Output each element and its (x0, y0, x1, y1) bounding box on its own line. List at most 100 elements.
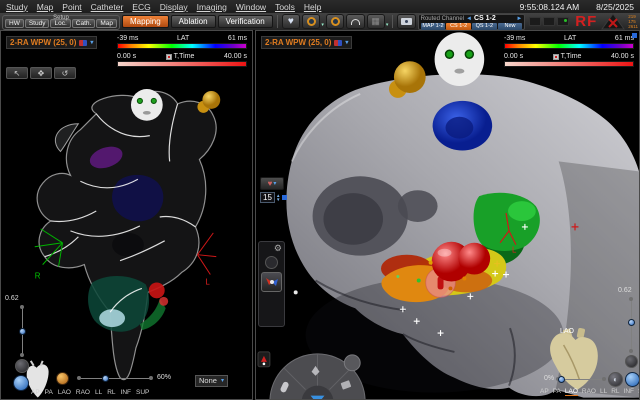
status-device-icon (529, 17, 541, 26)
pan-tool-button[interactable]: ↖ (6, 67, 28, 79)
move-tool-button[interactable]: ✥ (30, 67, 52, 79)
heart-view-button[interactable]: ♥ (282, 14, 300, 29)
orient-rao[interactable]: RAO (76, 389, 90, 396)
map-title-text: 2-RA WPW (25, 0) (10, 38, 76, 47)
toolbar-separator (392, 15, 393, 28)
orient-rao[interactable]: RAO (582, 388, 596, 396)
menu-display[interactable]: Display (160, 2, 188, 12)
orient-ap[interactable]: AP (31, 389, 40, 396)
ablation-dome-button[interactable] (346, 14, 364, 29)
orient-ll[interactable]: LL (95, 389, 102, 396)
map-flag-icon (258, 352, 270, 367)
chevron-down-icon[interactable]: ▾ (345, 39, 348, 46)
catheter-display-button[interactable]: ♥ ▾ (260, 177, 284, 190)
menu-window[interactable]: Window (236, 2, 266, 12)
chevron-down-icon: ▾ (221, 376, 224, 386)
marker-l-label: L (512, 246, 517, 255)
save-dropdown-icon[interactable]: ▾ (386, 22, 389, 28)
threshold-slider-knob[interactable] (628, 319, 635, 326)
orient-lao[interactable]: LAO (565, 388, 578, 396)
window-control-icon[interactable] (632, 33, 637, 38)
dome-icon (351, 19, 360, 25)
channel-next-icon[interactable]: ► (516, 16, 522, 22)
ablation-mode-button[interactable]: Ablation (171, 15, 216, 28)
view-control-wheel[interactable] (270, 354, 365, 399)
ttime-icon[interactable] (553, 54, 559, 60)
threshold-slider-knob[interactable] (19, 328, 26, 335)
orient-inf[interactable]: INF (624, 388, 634, 396)
carto-application-window: Study Map Point Catheter ECG Display Ima… (0, 0, 640, 400)
map-title-right[interactable]: 2-RA WPW (25, 0) ▾ (261, 36, 352, 49)
tool-slot-circle[interactable] (265, 256, 278, 269)
fill-threshold-button[interactable] (56, 372, 69, 385)
sphere-view-button[interactable] (13, 375, 29, 391)
orient-sup[interactable]: SUP (136, 389, 149, 396)
ttime-label: T,Time (561, 52, 582, 61)
menu-ecg[interactable]: ECG (132, 2, 150, 12)
menu-tools[interactable]: Tools (275, 2, 295, 12)
menu-map[interactable]: Map (37, 2, 54, 12)
menu-point[interactable]: Point (62, 2, 81, 12)
timer-map-dropdown-icon[interactable]: ▾ (321, 22, 324, 28)
zoom-slider[interactable] (79, 378, 151, 379)
projection-distance-spinner[interactable]: 15 ▲▼ (260, 192, 287, 203)
orient-lao[interactable]: LAO (58, 389, 71, 396)
timer-ablation-button[interactable] (326, 14, 344, 29)
map-title-left[interactable]: 2-RA WPW (25, 0) ▾ (6, 36, 97, 49)
spinner-arrows-icon[interactable]: ▲▼ (276, 194, 280, 202)
snapshot-button[interactable] (397, 14, 415, 29)
menu-imaging[interactable]: Imaging (197, 2, 227, 12)
orient-inf[interactable]: INF (121, 389, 131, 396)
channel-qs12-button[interactable]: QS 1-2 (472, 23, 497, 30)
orient-pa[interactable]: PA (45, 389, 53, 396)
save-icon: ▦ (371, 16, 380, 27)
save-button[interactable]: ▦ (367, 14, 385, 29)
verification-mode-button[interactable]: Verification (218, 15, 273, 28)
lat-colorbar (117, 43, 247, 49)
chevron-down-icon: ▾ (273, 180, 276, 187)
lat-patch-red (149, 282, 165, 298)
orient-pa[interactable]: PA (553, 388, 561, 396)
channel-cs12-button[interactable]: CS 1-2 (446, 23, 471, 30)
map-viewport-left[interactable]: 2-RA WPW (25, 0) ▾ -39 ms LAT 61 ms 0.00… (0, 30, 253, 400)
left-3d-map[interactable]: R L (1, 31, 252, 399)
timer-map-button[interactable] (302, 14, 320, 29)
orient-ap[interactable]: AP (540, 388, 549, 396)
channel-prev-icon[interactable]: ◄ (466, 16, 472, 22)
menu-catheter[interactable]: Catheter (91, 2, 124, 12)
ttime-colorbar (504, 61, 634, 67)
camera-icon (401, 18, 412, 25)
rotate-tool-button[interactable]: ↺ (54, 67, 76, 79)
toolbar-separator (277, 15, 278, 28)
menu-help[interactable]: Help (304, 2, 321, 12)
ttime-min-label: 0.00 s (117, 52, 136, 61)
peel-view-button[interactable] (15, 359, 29, 373)
mapping-mode-button[interactable]: Mapping (122, 15, 169, 28)
map-viewport-right[interactable]: 2-RA WPW (25, 0) ▾ -39 ms LAT 61 ms 0.00… (255, 30, 640, 400)
status-mic-icon (557, 17, 569, 26)
routed-channel-label: Routed Channel (421, 16, 464, 22)
peel-view-button[interactable] (625, 355, 638, 368)
lat-label: LAT (177, 34, 189, 43)
orient-ll[interactable]: LL (600, 388, 607, 396)
zoom-slider-knob[interactable] (102, 375, 109, 382)
ttime-icon[interactable] (166, 54, 172, 60)
routed-channel-value: CS 1-2 (474, 16, 496, 22)
right-3d-map[interactable]: L (256, 31, 639, 399)
lat-colorbar (504, 43, 634, 49)
orient-rl[interactable]: RL (611, 388, 619, 396)
globe-view-button[interactable]: ◐ (608, 372, 623, 387)
gear-icon[interactable]: ⚙ (261, 244, 282, 253)
orient-rl[interactable]: RL (107, 389, 115, 396)
menu-study[interactable]: Study (6, 2, 28, 12)
sphere-view-button[interactable] (625, 372, 640, 387)
zoom-slider-knob[interactable] (558, 376, 565, 383)
fam-points-button[interactable] (261, 272, 282, 292)
chevron-down-icon[interactable]: ▾ (90, 39, 93, 46)
heart-icon: ♥ (288, 17, 294, 27)
channel-new-button[interactable]: New (498, 23, 523, 30)
channel-map12-button[interactable]: MAP 1-2 (421, 23, 446, 30)
overlay-dropdown[interactable]: None ▾ (195, 375, 228, 387)
clock-icon (307, 17, 316, 26)
menu-bar: Study Map Point Catheter ECG Display Ima… (0, 0, 640, 13)
